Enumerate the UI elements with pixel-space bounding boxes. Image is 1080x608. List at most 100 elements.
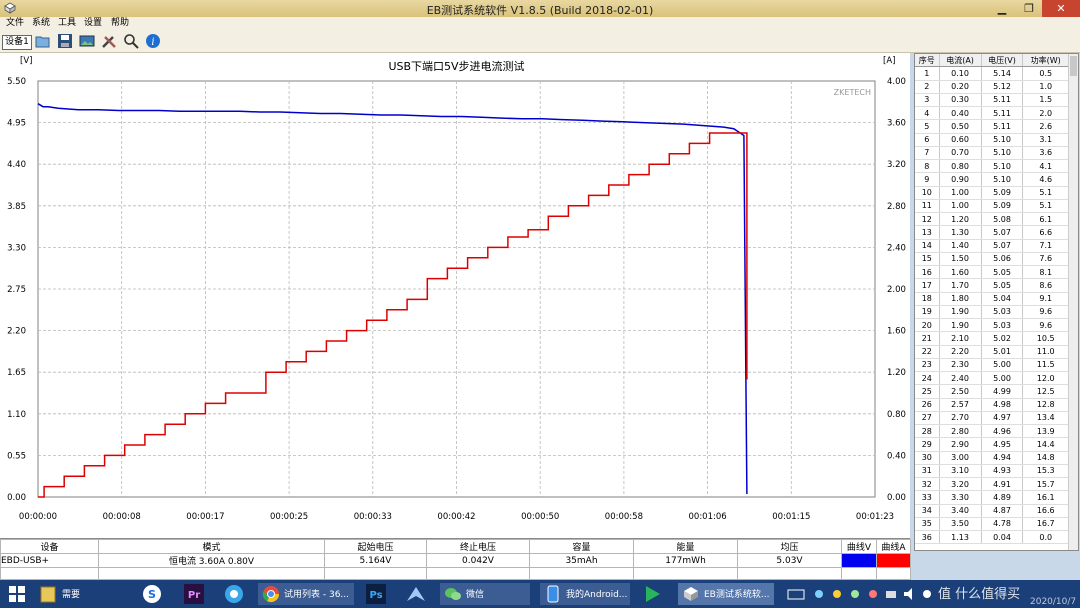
taskbar-item-trial[interactable]: 试用列表 - 36...: [258, 583, 354, 605]
table-row[interactable]: 26 2.57 4.98 12.8: [915, 398, 1069, 412]
tray-icon[interactable]: [848, 583, 862, 605]
table-row[interactable]: 21 2.10 5.02 10.5: [915, 331, 1069, 346]
open-file-icon[interactable]: [35, 33, 51, 49]
table-header-cell[interactable]: 电压(V): [981, 54, 1024, 68]
chart-watermark: ZKETECH: [834, 88, 871, 97]
empty-cell: [876, 567, 911, 580]
tray-icon[interactable]: [812, 583, 826, 605]
table-row[interactable]: 20 1.90 5.03 9.6: [915, 318, 1069, 333]
menu-settings[interactable]: 设置: [84, 17, 102, 30]
table-row[interactable]: 9 0.90 5.10 4.6: [915, 172, 1069, 187]
search-icon[interactable]: [123, 33, 139, 49]
y-right-tick-label: 0.40: [887, 451, 906, 461]
volume-icon[interactable]: [902, 583, 916, 605]
table-cell: 0.10: [939, 66, 982, 81]
menu-system[interactable]: 系统: [32, 17, 50, 30]
scrollbar-thumb[interactable]: [1070, 56, 1077, 76]
table-row[interactable]: 27 2.70 4.97 13.4: [915, 411, 1069, 426]
summary-cell: 177mWh: [633, 553, 738, 568]
taskbar-item-label[interactable]: 需要: [62, 587, 80, 600]
table-row[interactable]: 1 0.10 5.14 0.5: [915, 66, 1069, 81]
table-row[interactable]: 3 0.30 5.11 1.5: [915, 93, 1069, 108]
table-row[interactable]: 19 1.90 5.03 9.6: [915, 305, 1069, 320]
table-row[interactable]: 16 1.60 5.05 8.1: [915, 265, 1069, 280]
taskbar-item-eb[interactable]: EB测试系统软...: [678, 583, 774, 605]
browser-icon[interactable]: [222, 583, 246, 605]
premiere-icon[interactable]: Pr: [182, 583, 206, 605]
table-row[interactable]: 34 3.40 4.87 16.6: [915, 504, 1069, 518]
keyboard-icon[interactable]: [786, 583, 806, 605]
table-row[interactable]: 24 2.40 5.00 12.0: [915, 371, 1069, 386]
info-icon[interactable]: i: [145, 33, 161, 49]
curve-a-swatch[interactable]: [876, 553, 911, 568]
table-row[interactable]: 4 0.40 5.11 2.0: [915, 106, 1069, 121]
table-row[interactable]: 32 3.20 4.91 15.7: [915, 477, 1069, 492]
table-cell: 0.5: [1022, 66, 1069, 81]
tray-icon[interactable]: [830, 583, 844, 605]
table-row[interactable]: 12 1.20 5.08 6.1: [915, 212, 1069, 227]
table-row[interactable]: 14 1.40 5.07 7.1: [915, 239, 1069, 253]
table-row[interactable]: 5 0.50 5.11 2.6: [915, 119, 1069, 134]
menu-file[interactable]: 文件: [6, 17, 24, 30]
table-row[interactable]: 22 2.20 5.01 11.0: [915, 345, 1069, 359]
bird-app-icon[interactable]: [404, 583, 428, 605]
taskbar-item-label: 微信: [466, 590, 485, 600]
close-button[interactable]: ✕: [1042, 0, 1080, 17]
table-row[interactable]: 36 1.13 0.04 0.0: [915, 530, 1069, 545]
table-cell: 4.87: [981, 504, 1024, 518]
menu-tools[interactable]: 工具: [58, 17, 76, 30]
play-icon[interactable]: [640, 583, 664, 605]
table-scrollbar[interactable]: [1068, 54, 1078, 550]
x-tick-label: 00:00:17: [186, 512, 224, 522]
table-row[interactable]: 11 1.00 5.09 5.1: [915, 199, 1069, 214]
taskbar-item-wechat[interactable]: 微信: [440, 583, 530, 605]
table-cell: 2.6: [1022, 119, 1069, 134]
x-tick-label: 00:00:42: [437, 512, 475, 522]
maximize-button[interactable]: ❐: [1016, 0, 1042, 17]
tray-icon[interactable]: [866, 583, 880, 605]
minimize-button[interactable]: ▁: [988, 0, 1016, 17]
menu-help[interactable]: 帮助: [111, 17, 129, 30]
device-select-button[interactable]: 设备1: [2, 35, 32, 50]
save-icon[interactable]: [57, 33, 73, 49]
start-icon[interactable]: [6, 583, 28, 605]
table-row[interactable]: 15 1.50 5.06 7.6: [915, 252, 1069, 267]
table-row[interactable]: 2 0.20 5.12 1.0: [915, 80, 1069, 94]
table-row[interactable]: 8 0.80 5.10 4.1: [915, 159, 1069, 174]
table-row[interactable]: 35 3.50 4.78 16.7: [915, 517, 1069, 532]
table-row[interactable]: 33 3.30 4.89 16.1: [915, 490, 1069, 505]
table-row[interactable]: 25 2.50 4.99 12.5: [915, 384, 1069, 399]
table-row[interactable]: 18 1.80 5.04 9.1: [915, 292, 1069, 306]
table-header-cell[interactable]: 电流(A): [939, 54, 982, 68]
table-row[interactable]: 10 1.00 5.09 5.1: [915, 186, 1069, 200]
table-row[interactable]: 23 2.30 5.00 11.5: [915, 358, 1069, 373]
table-row[interactable]: 13 1.30 5.07 6.6: [915, 225, 1069, 240]
table-header-cell[interactable]: 序号: [915, 54, 940, 68]
folder-icon[interactable]: [38, 583, 58, 605]
table-row[interactable]: 31 3.10 4.93 15.3: [915, 464, 1069, 479]
measurement-table[interactable]: 序号 电流(A) 电压(V) 功率(W) 1 0.10 5.14 0.5 2 0.20 5.12 1…: [914, 53, 1079, 551]
table-cell: 1: [915, 66, 940, 81]
table-row[interactable]: 17 1.70 5.05 8.6: [915, 278, 1069, 293]
summary-header-cell: 起始电压: [324, 539, 427, 554]
phone-icon: [547, 585, 559, 603]
table-row[interactable]: 6 0.60 5.10 3.1: [915, 133, 1069, 147]
table-row[interactable]: 28 2.80 4.96 13.9: [915, 424, 1069, 439]
table-cell: 1.00: [939, 199, 982, 214]
curve-v-swatch[interactable]: [841, 553, 877, 568]
sogou-browser-icon[interactable]: S: [140, 583, 164, 605]
table-cell: 5.04: [981, 292, 1024, 306]
taskbar-item-android[interactable]: 我的Android...: [540, 583, 630, 605]
taskbar: 需要 S Pr 试用列表 - 36... Ps 微信 我的Android...: [0, 580, 1080, 608]
tools-icon[interactable]: [101, 33, 117, 49]
table-row[interactable]: 7 0.70 5.10 3.6: [915, 146, 1069, 161]
table-row[interactable]: 29 2.90 4.95 14.4: [915, 437, 1069, 452]
photoshop-icon[interactable]: Ps: [364, 583, 388, 605]
tray-icon[interactable]: [920, 583, 934, 605]
table-header-cell[interactable]: 功率(W): [1022, 54, 1069, 68]
table-cell: 1.90: [939, 305, 982, 320]
network-icon[interactable]: [884, 583, 898, 605]
right-axis-unit: [A]: [883, 56, 895, 66]
table-row[interactable]: 30 3.00 4.94 14.8: [915, 451, 1069, 465]
image-export-icon[interactable]: [79, 33, 95, 49]
